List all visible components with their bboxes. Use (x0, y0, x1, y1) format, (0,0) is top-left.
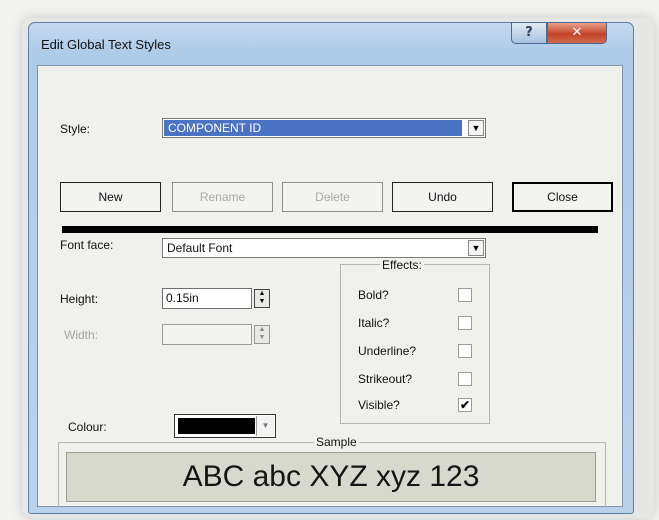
style-value: COMPONENT ID (164, 120, 462, 136)
dialog-window: Edit Global Text Styles ? ✕ Style: COMPO… (28, 22, 634, 514)
font-face-value: Default Font (167, 241, 233, 255)
font-face-label: Font face: (60, 238, 114, 252)
arrow-up-icon[interactable]: ▲ (255, 326, 269, 334)
style-dropdown[interactable]: COMPONENT ID ▼ (162, 118, 486, 138)
effects-title: Effects: (380, 258, 424, 272)
bold-label: Bold? (358, 288, 389, 302)
italic-label: Italic? (358, 316, 390, 330)
style-label: Style: (60, 122, 91, 136)
separator-bar (62, 226, 598, 233)
height-input[interactable]: 0.15in (162, 288, 252, 309)
close-window-button[interactable]: ✕ (547, 22, 607, 44)
chevron-down-icon[interactable]: ▼ (256, 416, 274, 436)
bold-checkbox[interactable] (458, 288, 472, 302)
underline-checkbox[interactable] (458, 344, 472, 358)
height-stepper[interactable]: ▲ ▼ (254, 289, 270, 308)
width-input[interactable] (162, 324, 252, 345)
sample-title: Sample (314, 435, 359, 449)
height-label: Height: (60, 292, 99, 306)
chevron-down-icon[interactable]: ▼ (468, 120, 484, 136)
colour-picker[interactable]: ▼ (174, 414, 276, 438)
font-face-dropdown[interactable]: Default Font ▼ (162, 238, 486, 258)
arrow-down-icon[interactable]: ▼ (255, 334, 269, 342)
arrow-up-icon[interactable]: ▲ (255, 290, 269, 298)
rename-button[interactable]: Rename (172, 182, 273, 212)
new-button[interactable]: New (60, 182, 161, 212)
arrow-down-icon[interactable]: ▼ (255, 298, 269, 306)
close-button[interactable]: Close (512, 182, 613, 212)
width-label: Width: (64, 328, 99, 342)
colour-swatch (178, 418, 255, 434)
delete-button[interactable]: Delete (282, 182, 383, 212)
underline-label: Underline? (358, 344, 417, 358)
chevron-down-icon[interactable]: ▼ (468, 240, 484, 256)
visible-checkbox[interactable]: ✔ (458, 398, 472, 412)
visible-label: Visible? (358, 398, 400, 412)
height-value: 0.15in (166, 291, 199, 305)
help-button[interactable]: ? (511, 22, 547, 44)
colour-label: Colour: (68, 420, 107, 434)
undo-button[interactable]: Undo (392, 182, 493, 212)
sample-preview: ABC abc XYZ xyz 123 (66, 452, 596, 502)
italic-checkbox[interactable] (458, 316, 472, 330)
width-stepper[interactable]: ▲ ▼ (254, 325, 270, 344)
dialog-body: Style: COMPONENT ID ▼ New Rename Delete … (37, 65, 623, 508)
strikeout-label: Strikeout? (358, 372, 413, 386)
window-title: Edit Global Text Styles (41, 37, 171, 52)
strikeout-checkbox[interactable] (458, 372, 472, 386)
title-bar[interactable]: Edit Global Text Styles ? ✕ (29, 22, 633, 65)
